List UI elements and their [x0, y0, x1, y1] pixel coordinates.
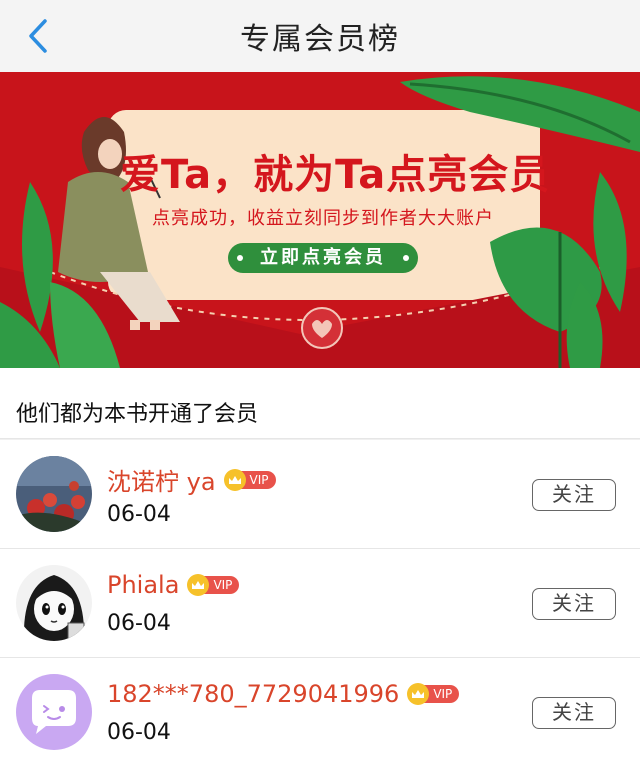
- photo-avatar-icon: [16, 456, 92, 532]
- promo-banner[interactable]: 爱Ta，就为Ta点亮会员 点亮成功，收益立刻同步到作者大大账户 立即点亮会员: [0, 72, 640, 368]
- manga-avatar-icon: [16, 565, 92, 641]
- nav-bar: 专属会员榜: [0, 0, 640, 72]
- member-list: 沈诺柠 ya VIP 06-04 关注 Phiala VIP 06-04 关注 …: [0, 440, 640, 765]
- banner-title: 爱Ta，就为Ta点亮会员: [120, 152, 551, 198]
- section-header: 他们都为本书开通了会员: [0, 368, 640, 439]
- avatar[interactable]: [16, 456, 92, 532]
- vip-badge: VIP: [223, 468, 276, 491]
- list-item: 沈诺柠 ya VIP 06-04 关注: [0, 440, 640, 549]
- section-title: 他们都为本书开通了会员: [16, 402, 259, 427]
- username-row: 182***780_7729041996 VIP: [107, 680, 460, 708]
- join-date: 06-04: [107, 611, 171, 636]
- avatar[interactable]: [16, 565, 92, 641]
- username[interactable]: 沈诺柠 ya: [107, 462, 216, 497]
- default-avatar-icon: [16, 674, 92, 750]
- banner-subtitle: 点亮成功，收益立刻同步到作者大大账户: [152, 208, 494, 229]
- follow-button[interactable]: 关注: [532, 697, 616, 729]
- follow-button[interactable]: 关注: [532, 588, 616, 620]
- crown-icon: [223, 468, 246, 491]
- list-item: 182***780_7729041996 VIP 06-04 关注: [0, 658, 640, 765]
- join-date: 06-04: [107, 720, 171, 745]
- username[interactable]: Phiala: [107, 571, 179, 599]
- page-title: 专属会员榜: [240, 22, 400, 57]
- activate-membership-button[interactable]: 立即点亮会员: [228, 243, 418, 273]
- list-item: Phiala VIP 06-04 关注: [0, 549, 640, 658]
- username-row: Phiala VIP: [107, 571, 240, 599]
- avatar[interactable]: [16, 674, 92, 750]
- follow-button[interactable]: 关注: [532, 479, 616, 511]
- username[interactable]: 182***780_7729041996: [107, 680, 399, 708]
- join-date: 06-04: [107, 502, 171, 527]
- vip-badge: VIP: [187, 574, 240, 596]
- username-row: 沈诺柠 ya VIP: [107, 462, 276, 497]
- vip-badge: VIP: [407, 683, 460, 705]
